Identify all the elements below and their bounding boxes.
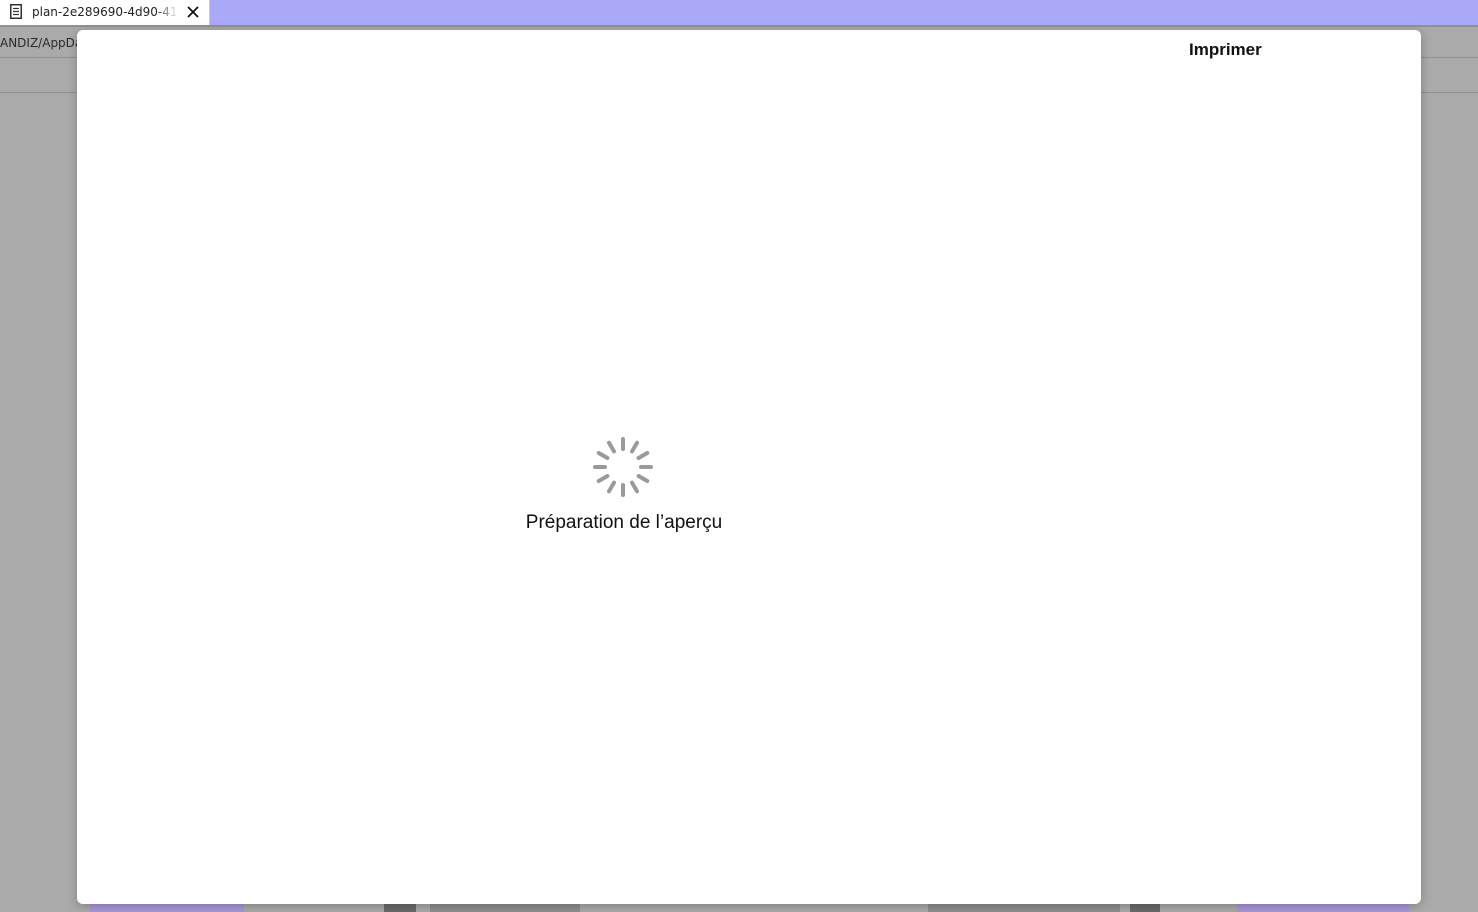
address-text: ANDIZ/AppDat [0, 36, 87, 50]
loading-spinner-icon [593, 437, 653, 497]
close-icon[interactable] [186, 5, 200, 19]
tab-title: plan-2e289690-4d90-4153-a [32, 5, 178, 19]
document-icon [10, 4, 22, 19]
tab-strip: plan-2e289690-4d90-4153-a [0, 0, 1478, 26]
print-dialog: Imprimer Préparation de l’aperçu [77, 30, 1421, 904]
status-message: Préparation de l’aperçu [525, 512, 723, 533]
browser-tab[interactable]: plan-2e289690-4d90-4153-a [0, 0, 210, 25]
dialog-title: Imprimer [1189, 40, 1262, 59]
